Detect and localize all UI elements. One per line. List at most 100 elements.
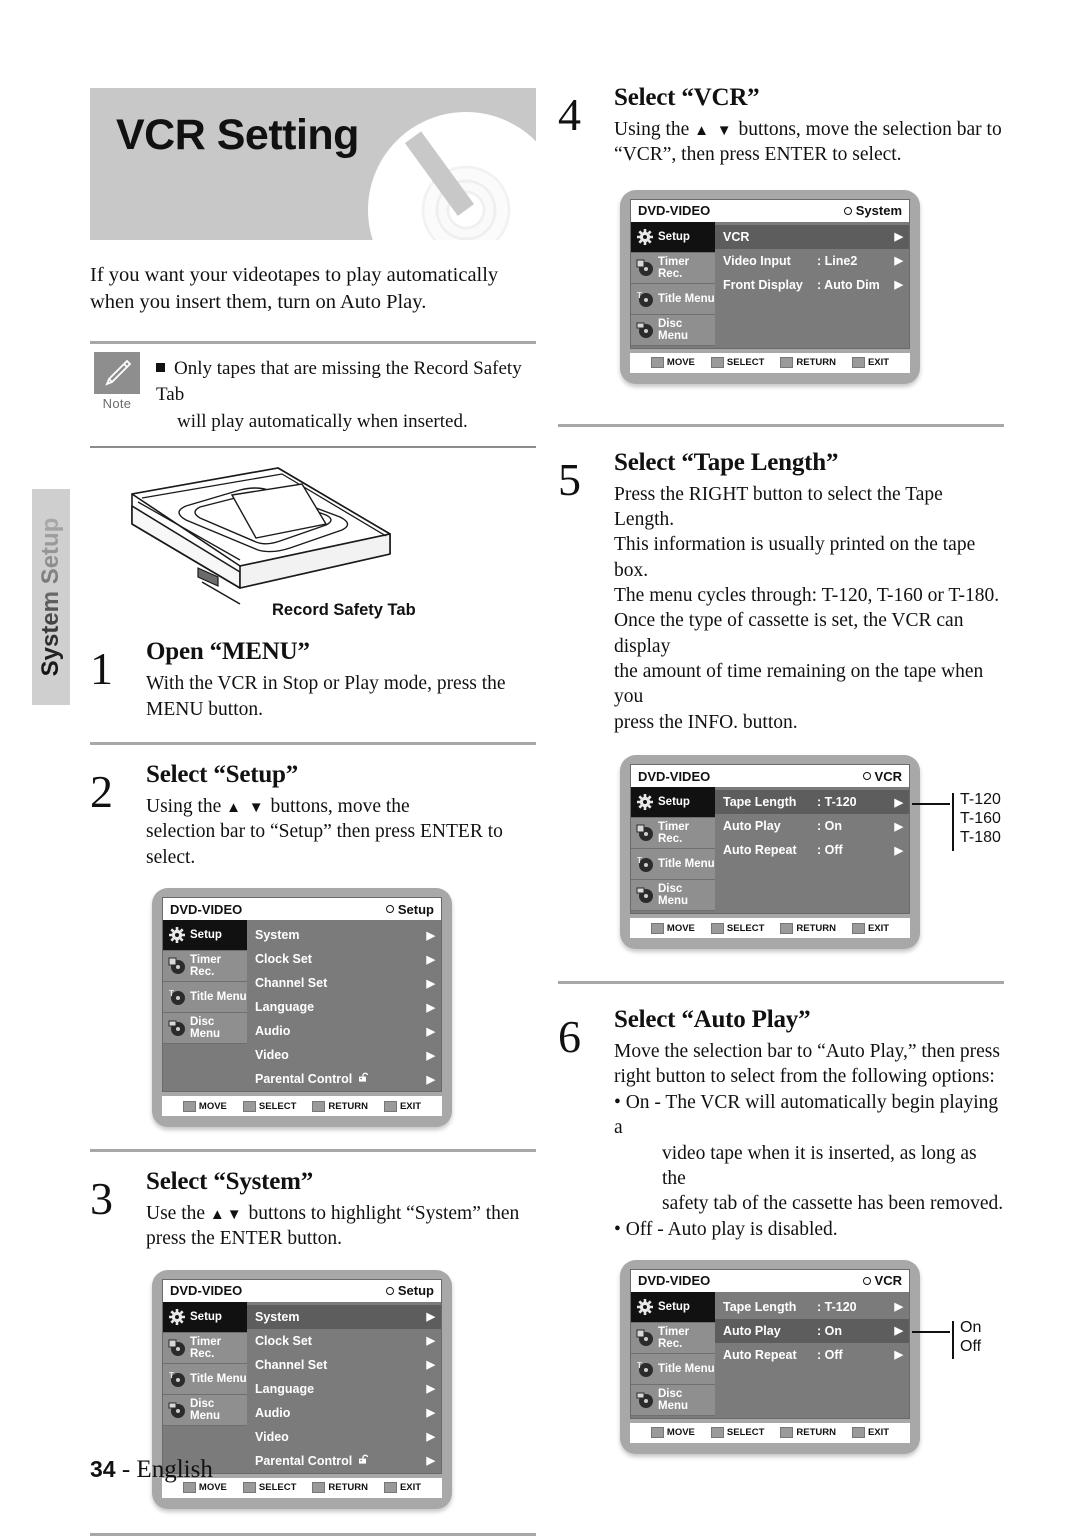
osd-footer-select[interactable]: SELECT [710,922,764,934]
osd-row-video-input[interactable]: Video Input: Line2 ▶ [715,249,909,273]
osd-sidebar-item-disc-menu[interactable]: Disc Menu [631,1384,715,1416]
osd-row-parental-control[interactable]: Parental Control ▶ [247,1449,441,1473]
step-2-line-2: selection bar to “Setup” then press ENTE… [146,821,503,868]
page-title: VCR Setting [116,111,359,159]
osd-row-language[interactable]: Language ▶ [247,1377,441,1401]
osd-sidebar-item-timer-rec[interactable]: Timer Rec. [631,818,715,850]
svg-text:T: T [169,1371,174,1380]
osd-footer-label: EXIT [399,1482,422,1494]
osd-row-label: Language [255,1381,315,1396]
osd-row-vcr[interactable]: VCR ▶ [715,224,909,249]
osd-footer-return[interactable]: RETURN [780,1427,836,1439]
osd-footer-select[interactable]: SELECT [710,357,764,369]
osd-title-bar: DVD-VIDEO System [631,199,909,222]
osd-sidebar-item-title-menu[interactable]: T Title Menu [631,1353,715,1385]
osd-footer-move[interactable]: MOVE [182,1100,227,1112]
osd-sidebar-item-setup[interactable]: Setup [631,221,715,253]
osd-row-auto-play[interactable]: Auto Play: On ▶ [715,814,909,838]
step-1-line-1: With the VCR in Stop or Play mode, press… [146,673,506,695]
menu-ring-icon [862,772,871,781]
title-disc-icon: T [168,988,186,1006]
osd-row-auto-repeat[interactable]: Auto Repeat: Off ▶ [715,1343,909,1367]
osd-footer-exit[interactable]: EXIT [383,1100,421,1112]
osd-row-clock-set[interactable]: Clock Set ▶ [247,1329,441,1353]
osd-sidebar-item-timer-rec[interactable]: Timer Rec. [163,951,247,983]
osd-footer-move[interactable]: MOVE [650,357,695,369]
osd-row-tape-length[interactable]: Tape Length: T-120 ▶ [715,790,909,815]
osd-row-list: System ▶ Clock Set ▶ Channel Set ▶ Language… [247,920,441,1091]
osd-footer-label: RETURN [796,922,836,934]
chevron-right-icon: ▶ [426,1073,435,1086]
osd-row-label: Video [255,1429,289,1444]
divider [558,423,1004,427]
step-2-number: 2 [90,766,113,818]
step-5-line-6: press the INFO. button. [614,711,798,733]
osd-row-audio[interactable]: Audio ▶ [247,1019,441,1043]
osd-row-auto-play[interactable]: Auto Play: On ▶ [715,1318,909,1343]
osd-title-bar: DVD-VIDEO VCR [631,1269,909,1292]
osd-row-list: Tape Length: T-120 ▶ Auto Play: On ▶ Auto … [715,787,909,913]
step-1-text: With the VCR in Stop or Play mode, press… [146,671,536,722]
osd-row-video[interactable]: Video ▶ [247,1043,441,1067]
osd-row-tape-length[interactable]: Tape Length: T-120 ▶ [715,1295,909,1319]
osd-footer-select[interactable]: SELECT [242,1100,296,1112]
osd-screen-vcr-menu-step6: DVD-VIDEO VCR Setup Timer Rec. T Title M… [620,1259,920,1454]
osd-row-parental-control[interactable]: Parental Control ▶ [247,1067,441,1091]
osd-row-label: Auto Repeat [723,1347,797,1362]
osd-footer-return[interactable]: RETURN [780,922,836,934]
osd-row-front-display[interactable]: Front Display: Auto Dim ▶ [715,273,909,297]
step-5-title: Select “Tape Length” [614,448,839,476]
osd-title-right: System [843,203,902,218]
osd-sidebar-item-timer-rec[interactable]: Timer Rec. [631,1322,715,1354]
osd-footer-move[interactable]: MOVE [650,922,695,934]
osd-footer-return[interactable]: RETURN [780,357,836,369]
osd-sidebar-item-timer-rec[interactable]: Timer Rec. [163,1332,247,1364]
osd-sidebar-item-disc-menu[interactable]: Disc Menu [163,1013,247,1045]
osd-footer-exit[interactable]: EXIT [851,922,889,934]
osd-sidebar-item-title-menu[interactable]: T Title Menu [631,283,715,315]
osd-row-list: System ▶ Clock Set ▶ Channel Set ▶ Language… [247,1302,441,1473]
osd-footer-return[interactable]: RETURN [312,1482,368,1494]
updown-arrows-icon: ▲ ▼ [226,800,266,817]
osd-sidebar-item-title-menu[interactable]: T Title Menu [163,1363,247,1395]
osd-row-label: System [255,1309,300,1324]
osd-row-system[interactable]: System ▶ [247,923,441,947]
divider [90,1149,536,1153]
exit-key-icon [383,1100,397,1112]
osd-row-clock-set[interactable]: Clock Set ▶ [247,947,441,971]
osd-row-channel-set[interactable]: Channel Set ▶ [247,971,441,995]
osd-footer-select[interactable]: SELECT [710,1427,764,1439]
osd-sidebar-item-disc-menu[interactable]: Disc Menu [631,880,715,912]
osd-sidebar-item-timer-rec[interactable]: Timer Rec. [631,252,715,284]
osd-row-label: Auto Repeat [723,843,797,858]
callout-option-0: T-120 [960,791,1001,809]
osd-footer-exit[interactable]: EXIT [851,357,889,369]
osd-footer-exit[interactable]: EXIT [851,1427,889,1439]
osd-sidebar-item-setup[interactable]: Setup [163,1301,247,1333]
osd-row-auto-repeat[interactable]: Auto Repeat: Off ▶ [715,838,909,862]
osd-footer-label: RETURN [796,357,836,369]
osd-sidebar-item-disc-menu[interactable]: Disc Menu [631,314,715,346]
osd-row-channel-set[interactable]: Channel Set ▶ [247,1353,441,1377]
updown-key-icon [650,357,664,369]
osd-main: Setup Timer Rec. T Title Menu Disc Menu … [631,1291,909,1418]
osd-footer-return[interactable]: RETURN [312,1100,368,1112]
osd-row-language[interactable]: Language ▶ [247,995,441,1019]
osd-row-audio[interactable]: Audio ▶ [247,1401,441,1425]
osd-row-system[interactable]: System ▶ [247,1304,441,1329]
osd-sidebar-item-setup[interactable]: Setup [631,1291,715,1323]
disc-menu-icon [636,886,654,904]
osd-sidebar-label: Setup [658,796,690,809]
osd-row-video[interactable]: Video ▶ [247,1425,441,1449]
chevron-right-icon: ▶ [426,1025,435,1038]
osd-sidebar-item-title-menu[interactable]: T Title Menu [631,849,715,881]
osd-sidebar-item-setup[interactable]: Setup [631,787,715,819]
osd-footer-exit[interactable]: EXIT [383,1482,422,1494]
callout-option-1: Off [960,1337,982,1355]
timer-disc-icon [168,957,186,975]
osd-sidebar-item-setup[interactable]: Setup [163,920,247,952]
osd-sidebar-item-title-menu[interactable]: T Title Menu [163,982,247,1014]
osd-footer-select[interactable]: SELECT [242,1482,296,1494]
osd-sidebar-item-disc-menu[interactable]: Disc Menu [163,1394,247,1426]
osd-footer-move[interactable]: MOVE [650,1427,695,1439]
